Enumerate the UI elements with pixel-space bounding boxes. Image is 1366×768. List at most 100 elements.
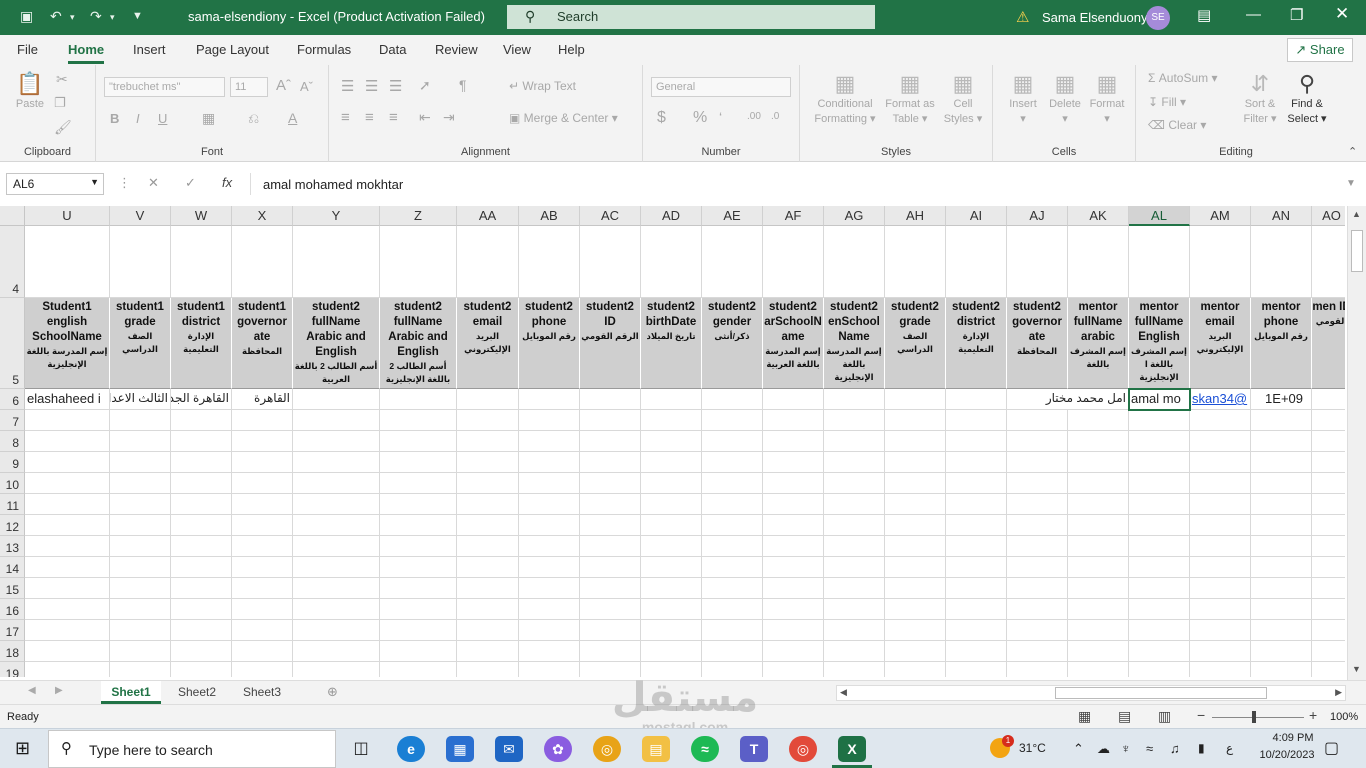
cell-ae13[interactable]	[702, 536, 763, 557]
column-header-al[interactable]: AL	[1129, 206, 1190, 226]
redo-dropdown-icon[interactable]: ▾	[110, 12, 115, 23]
cell-ac16[interactable]	[580, 599, 641, 620]
column-header-ao[interactable]: AO	[1312, 206, 1345, 226]
row-header-10[interactable]: 10	[0, 473, 25, 494]
cell-z4[interactable]	[380, 226, 457, 298]
cell-u19[interactable]	[25, 662, 110, 677]
cell-x13[interactable]	[232, 536, 293, 557]
cell-w18[interactable]	[171, 641, 232, 662]
zoom-out-icon[interactable]: −	[1197, 707, 1205, 723]
cell-ai6[interactable]	[946, 389, 1007, 410]
column-header-w[interactable]: W	[171, 206, 232, 226]
vertical-scrollbar[interactable]: ▲ ▼	[1347, 206, 1366, 680]
cell-ak7[interactable]	[1068, 410, 1129, 431]
cell-y18[interactable]	[293, 641, 380, 662]
expand-formula-icon[interactable]: ▼	[1346, 178, 1356, 189]
header-cell-ag[interactable]: student2 enSchool Name إسم المدرسة باللغة…	[824, 298, 885, 389]
cell-v4[interactable]	[110, 226, 171, 298]
cell-ai9[interactable]	[946, 452, 1007, 473]
insert-function-icon[interactable]: fx	[222, 175, 232, 190]
cell-ai7[interactable]	[946, 410, 1007, 431]
header-cell-aa[interactable]: student2 email البريد الإليكتروني	[457, 298, 519, 389]
minimize-icon[interactable]: —	[1246, 6, 1261, 23]
cell-ao6[interactable]	[1312, 389, 1345, 410]
cell-aa11[interactable]	[457, 494, 519, 515]
task-view-icon[interactable]: ◫	[347, 736, 375, 762]
cell-ad10[interactable]	[641, 473, 702, 494]
spreadsheet-grid[interactable]: U V W X Y Z AA AB AC AD AE AF AG AH AI AJ AK AL AM AN AO 4 5 6 7…	[0, 206, 1345, 677]
column-header-ah[interactable]: AH	[885, 206, 946, 226]
store-icon[interactable]: ▦	[446, 736, 474, 762]
cell-ah17[interactable]	[885, 620, 946, 641]
tab-insert[interactable]: Insert	[133, 42, 166, 57]
cell-ao17[interactable]	[1312, 620, 1345, 641]
cell-ac7[interactable]	[580, 410, 641, 431]
cell-z9[interactable]	[380, 452, 457, 473]
cell-ae10[interactable]	[702, 473, 763, 494]
cell-ak11[interactable]	[1068, 494, 1129, 515]
language-indicator[interactable]: ع	[1226, 741, 1233, 755]
cell-aa14[interactable]	[457, 557, 519, 578]
cell-ab17[interactable]	[519, 620, 580, 641]
cell-w16[interactable]	[171, 599, 232, 620]
cell-am13[interactable]	[1190, 536, 1251, 557]
zoom-level[interactable]: 100%	[1330, 711, 1358, 723]
cell-y15[interactable]	[293, 578, 380, 599]
cell-ai10[interactable]	[946, 473, 1007, 494]
cell-ai13[interactable]	[946, 536, 1007, 557]
column-header-z[interactable]: Z	[380, 206, 457, 226]
cell-ah7[interactable]	[885, 410, 946, 431]
cell-ag15[interactable]	[824, 578, 885, 599]
column-header-ad[interactable]: AD	[641, 206, 702, 226]
column-header-af[interactable]: AF	[763, 206, 824, 226]
cell-u8[interactable]	[25, 431, 110, 452]
page-layout-view-icon[interactable]: ▤	[1118, 708, 1131, 725]
cell-u6[interactable]: elashaheed i	[25, 389, 110, 410]
cell-ao16[interactable]	[1312, 599, 1345, 620]
zoom-in-icon[interactable]: +	[1309, 707, 1317, 723]
cell-am7[interactable]	[1190, 410, 1251, 431]
cell-am14[interactable]	[1190, 557, 1251, 578]
cell-ao13[interactable]	[1312, 536, 1345, 557]
top-align-icon[interactable]: ☰	[341, 77, 354, 95]
cell-x11[interactable]	[232, 494, 293, 515]
cell-z12[interactable]	[380, 515, 457, 536]
cell-af4[interactable]	[763, 226, 824, 298]
cell-ad14[interactable]	[641, 557, 702, 578]
cell-ai18[interactable]	[946, 641, 1007, 662]
cell-v8[interactable]	[110, 431, 171, 452]
font-size-combo[interactable]: 11	[230, 77, 268, 97]
cell-v15[interactable]	[110, 578, 171, 599]
row-header-9[interactable]: 9	[0, 452, 25, 473]
cell-ai11[interactable]	[946, 494, 1007, 515]
cell-z7[interactable]	[380, 410, 457, 431]
cell-an13[interactable]	[1251, 536, 1312, 557]
bold-icon[interactable]: B	[110, 111, 119, 126]
cell-ae15[interactable]	[702, 578, 763, 599]
cell-w7[interactable]	[171, 410, 232, 431]
cell-aj4[interactable]	[1007, 226, 1068, 298]
italic-icon[interactable]: I	[136, 111, 140, 126]
cell-ad12[interactable]	[641, 515, 702, 536]
cell-v12[interactable]	[110, 515, 171, 536]
cell-v14[interactable]	[110, 557, 171, 578]
tab-view[interactable]: View	[503, 42, 531, 57]
row-header-15[interactable]: 15	[0, 578, 25, 599]
align-left-icon[interactable]: ≡	[341, 109, 350, 126]
cell-ak12[interactable]	[1068, 515, 1129, 536]
cell-af13[interactable]	[763, 536, 824, 557]
row-header-16[interactable]: 16	[0, 599, 25, 620]
cell-al18[interactable]	[1129, 641, 1190, 662]
cell-ab13[interactable]	[519, 536, 580, 557]
cell-ak10[interactable]	[1068, 473, 1129, 494]
cell-aa12[interactable]	[457, 515, 519, 536]
cell-z16[interactable]	[380, 599, 457, 620]
cell-v9[interactable]	[110, 452, 171, 473]
cell-am11[interactable]	[1190, 494, 1251, 515]
cell-u17[interactable]	[25, 620, 110, 641]
tab-home[interactable]: Home	[68, 42, 105, 64]
cell-y17[interactable]	[293, 620, 380, 641]
cell-ae18[interactable]	[702, 641, 763, 662]
cell-x19[interactable]	[232, 662, 293, 677]
column-header-y[interactable]: Y	[293, 206, 380, 226]
